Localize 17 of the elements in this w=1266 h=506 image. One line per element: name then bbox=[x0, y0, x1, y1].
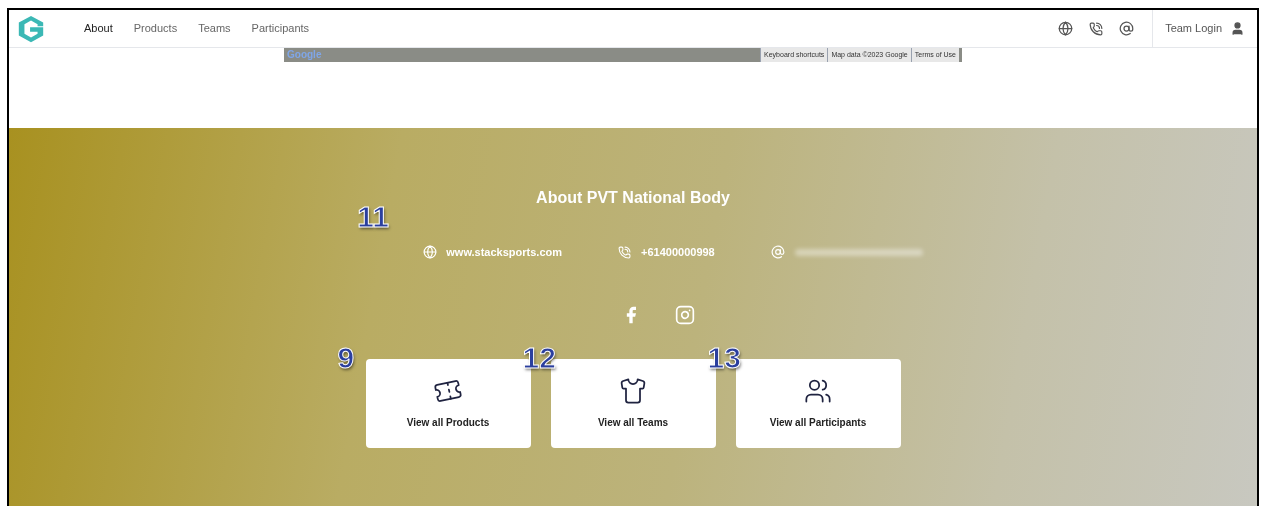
globe-icon bbox=[423, 245, 438, 260]
at-sign-icon[interactable] bbox=[1119, 21, 1135, 36]
section-title: About PVT National Body bbox=[536, 188, 730, 208]
map-logo: Google bbox=[287, 50, 322, 60]
nav-link[interactable]: Products bbox=[133, 20, 178, 37]
nav-link[interactable]: Teams bbox=[198, 20, 231, 37]
team-login-link[interactable]: Team Login bbox=[1165, 20, 1222, 37]
callout-number: 9 bbox=[337, 342, 355, 373]
at-sign-icon bbox=[770, 245, 785, 260]
user-icon bbox=[1230, 21, 1245, 36]
nav-link[interactable]: About bbox=[84, 20, 113, 37]
nav-link[interactable]: Participants bbox=[251, 20, 310, 37]
phone-icon bbox=[618, 245, 631, 259]
phone-icon[interactable] bbox=[1089, 21, 1104, 36]
shirt-icon bbox=[619, 376, 647, 405]
globe-icon[interactable] bbox=[1058, 21, 1074, 36]
callout-number: 11 bbox=[357, 202, 389, 232]
